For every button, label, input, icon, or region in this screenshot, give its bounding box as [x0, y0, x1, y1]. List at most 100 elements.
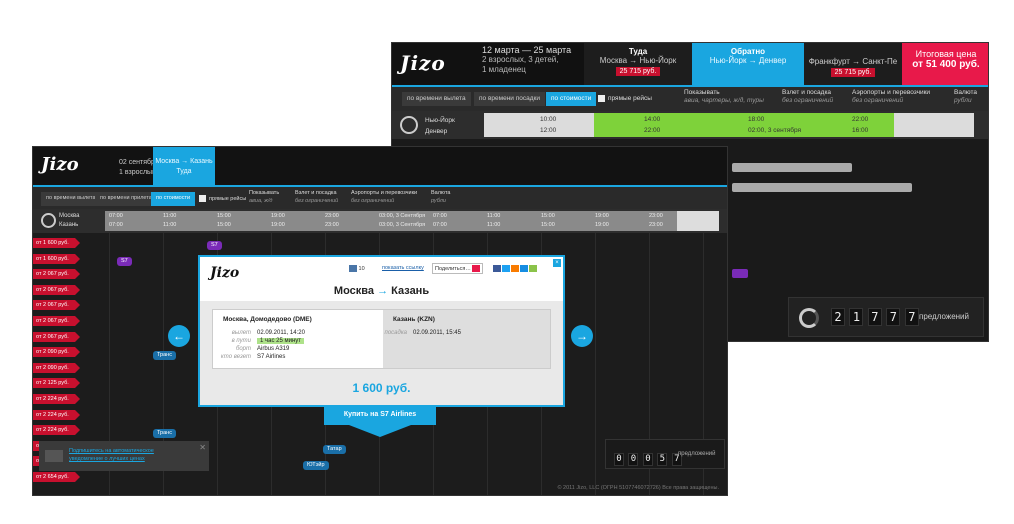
price-tag[interactable]: от 2 125 руб. — [33, 378, 80, 389]
direct-flights-checkbox[interactable]: прямые рейсы — [598, 95, 652, 103]
counter-digits: 2 1 7 7 7 — [831, 308, 919, 326]
twitter-icon[interactable] — [502, 265, 510, 272]
aircraft-row: борт Airbus A319 — [217, 346, 289, 352]
show-select[interactable]: Показывать авиа, чартеры, ж/д, туры — [684, 89, 764, 105]
time-label: 03:00, 3 Сентября — [379, 213, 426, 219]
row-value: S7 Airlines — [257, 354, 286, 360]
checkbox-icon — [598, 95, 605, 102]
currency-select[interactable]: Валюта рубли — [954, 89, 977, 105]
flight-bar[interactable] — [732, 163, 852, 172]
airports-select[interactable]: Аэропорты и перевозчики без ограничений — [351, 189, 417, 205]
time-label: 15:00 — [541, 213, 555, 219]
flight-details-modal: Jizo 10 показать ссылку Поделиться… Моск… — [198, 255, 565, 407]
time-label: 15:00 — [541, 222, 555, 228]
front-tab-outbound[interactable]: Москва → Казань Туда — [153, 147, 215, 185]
back-tab-third[interactable]: Франкфурт → Санкт-Пе 25 715 руб. — [804, 43, 902, 85]
select-value: авиа, чартеры, ж/д, туры — [684, 97, 764, 104]
timeline-selection[interactable] — [677, 211, 719, 231]
sort-departure-button[interactable]: по времени вылета — [41, 192, 101, 206]
sort-arrival-button[interactable]: по времени прилета — [95, 192, 157, 206]
liveinternet-icon[interactable] — [529, 265, 537, 272]
departure-row: вылет 02.09.2011, 14:20 — [217, 330, 305, 336]
vk-icon — [349, 265, 357, 272]
select-value: без ограничений — [852, 97, 904, 104]
price-tag[interactable]: от 2 067 руб. — [33, 331, 80, 342]
clock-icon — [41, 213, 56, 228]
subscribe-link[interactable]: Подпишитесь на автоматическое уведомлени… — [69, 447, 154, 463]
flight-pill[interactable]: S7 — [117, 257, 132, 266]
price-tag[interactable]: от 2 067 руб. — [33, 300, 80, 311]
back-total-price[interactable]: Итоговая цена от 51 400 руб. — [902, 43, 988, 85]
mailru-icon[interactable] — [520, 265, 528, 272]
front-logo[interactable]: Jizo — [41, 154, 79, 175]
flight-pill[interactable]: Татар — [323, 445, 346, 454]
flight-pill[interactable]: S7 — [207, 241, 222, 250]
back-trip-dates[interactable]: 12 марта — 25 марта 2 взрослых, 3 детей,… — [482, 45, 582, 75]
flight-pill[interactable]: ЮТэйр — [303, 461, 329, 470]
price-tag[interactable]: от 2 224 руб. — [33, 409, 80, 420]
flight-bar[interactable] — [732, 269, 748, 278]
close-icon[interactable]: × — [553, 259, 561, 267]
timeline-route: Нью-Йорк Денвер — [425, 115, 455, 137]
time-label: 22:00 — [644, 127, 661, 134]
price-tag[interactable]: от 2 067 руб. — [33, 284, 80, 295]
sort-departure-button[interactable]: по времени вылета — [402, 92, 471, 106]
tab-route: Москва → Нью-Йорк — [599, 56, 677, 65]
facebook-icon[interactable] — [493, 265, 501, 272]
currency-select[interactable]: Валюта рубли — [431, 189, 450, 205]
price-tag[interactable]: от 2 067 руб. — [33, 269, 80, 280]
direct-flights-checkbox[interactable]: прямые рейсы — [199, 195, 246, 203]
back-timeline: Нью-Йорк Денвер 10:00 14:00 18:00 22:00 … — [392, 111, 988, 139]
tab-route: Москва → Казань — [155, 158, 213, 165]
sort-arrival-button[interactable]: по времени посадки — [474, 92, 546, 106]
odnoklassniki-icon[interactable] — [511, 265, 519, 272]
airports-select[interactable]: Аэропорты и перевозчики без ограничений — [852, 89, 930, 105]
flight-pill[interactable]: Транс — [153, 351, 176, 360]
timeline-selection[interactable] — [594, 113, 894, 137]
arrow-left-icon[interactable]: ← — [168, 325, 190, 347]
time-label: 07:00 — [433, 222, 447, 228]
tab-title: Обратно — [730, 47, 766, 56]
arrival-info: Казань (KZN) посадка 02.09.2011, 15:45 — [383, 310, 550, 368]
show-link[interactable]: показать ссылку — [382, 265, 424, 271]
tab-route: Франкфурт → Санкт-Пе — [808, 57, 898, 66]
flight-pill[interactable]: Транс — [153, 429, 176, 438]
share-button[interactable]: Поделиться… — [432, 263, 483, 274]
select-title: Аэропорты и перевозчики — [852, 89, 931, 96]
sort-price-button[interactable]: по стоимости — [546, 92, 597, 106]
grid-line — [595, 233, 596, 495]
time-label: 03:00, 3 Сентября — [379, 222, 426, 228]
time-label: 11:00 — [487, 213, 501, 219]
price-tag[interactable]: от 2 090 руб. — [33, 347, 80, 358]
time-label: 11:00 — [163, 213, 177, 219]
row-key: вылет — [231, 330, 251, 336]
share-count[interactable]: 10 — [348, 265, 365, 272]
time-label: 10:00 — [540, 116, 557, 123]
carrier-row: кто везет S7 Airlines — [217, 354, 285, 360]
price-tag[interactable]: от 1 600 руб. — [33, 238, 80, 248]
buy-button[interactable]: Купить на S7 Airlines — [324, 405, 436, 425]
sort-price-button[interactable]: по стоимости — [151, 192, 196, 206]
takeoff-select[interactable]: Взлет и посадка без ограничений — [782, 89, 833, 105]
timeline-bar[interactable]: 07:00 07:00 11:00 11:00 15:00 15:00 19:00 19:00… — [105, 211, 719, 231]
flight-card: Москва, Домодедово (DME) вылет 02.09.2011… — [212, 309, 551, 369]
takeoff-select[interactable]: Взлет и посадка без ограничений — [295, 189, 338, 205]
show-select[interactable]: Показывать авиа, ж/д — [249, 189, 279, 205]
flight-bar[interactable] — [732, 183, 912, 192]
arrow-right-icon[interactable]: → — [571, 325, 593, 347]
price-tag[interactable]: от 2 067 руб. — [33, 316, 80, 326]
back-tab-return[interactable]: Обратно Нью-Йорк → Денвер — [692, 43, 804, 85]
price-tag[interactable]: от 2 090 руб. — [33, 362, 80, 373]
price-tag[interactable]: от 2 224 руб. — [33, 394, 80, 404]
share-count-value: 10 — [358, 265, 365, 272]
row-value: 02.09.2011, 15:45 — [413, 330, 461, 336]
close-icon[interactable]: ✕ — [199, 443, 206, 452]
back-logo[interactable]: Jizo — [400, 51, 446, 75]
price-tag[interactable]: от 2 224 руб. — [33, 425, 80, 436]
row-value: Airbus A319 — [257, 346, 290, 352]
back-tab-outbound[interactable]: Туда Москва → Нью-Йорк 25 715 руб. — [584, 43, 692, 85]
timeline-bar[interactable]: 10:00 14:00 18:00 22:00 12:00 22:00 02:0… — [484, 113, 974, 137]
price-tag[interactable]: от 1 600 руб. — [33, 253, 80, 264]
price-tag[interactable]: от 2 654 руб. — [33, 472, 80, 482]
digit: 7 — [904, 308, 919, 326]
